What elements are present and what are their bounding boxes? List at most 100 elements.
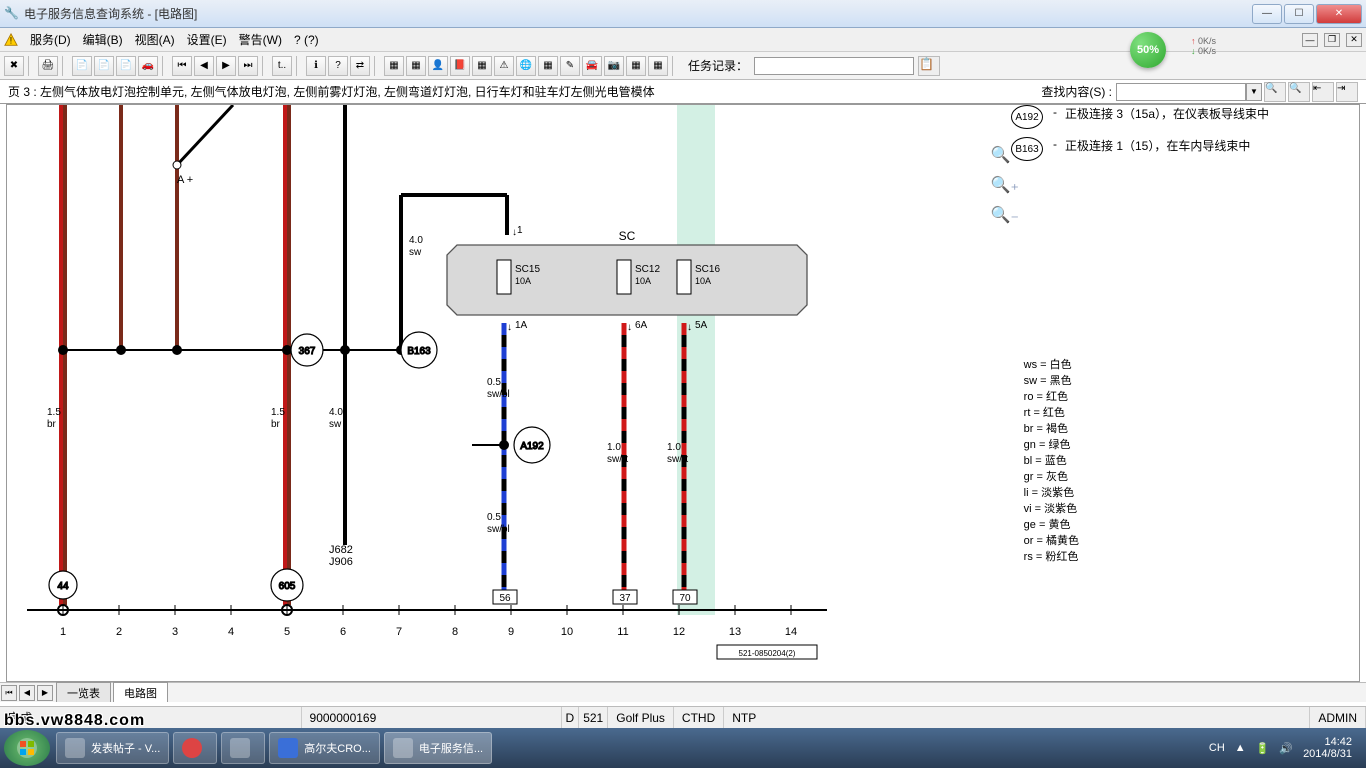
legend-row: ws = 白色 [1024,357,1079,373]
taskbar-item-active[interactable]: 电子服务信... [384,732,492,764]
mdi-restore-button[interactable]: ❐ [1324,33,1340,47]
svg-text:10A: 10A [695,276,711,286]
tool-g3-icon[interactable]: 👤 [428,56,448,76]
tray-battery-icon[interactable]: 🔋 [1256,742,1270,755]
speed-up: 0K/s [1191,36,1216,46]
svg-text:11: 11 [617,626,628,638]
tool-print-icon[interactable]: 🖨 [38,56,58,76]
menu-settings[interactable]: 设置(E) [187,31,227,48]
task-record-input[interactable] [754,57,914,75]
taskbar-item[interactable] [173,732,217,764]
tool-g2-icon[interactable]: ▦ [406,56,426,76]
tray-volume-icon[interactable]: 🔊 [1279,742,1293,755]
svg-text:10A: 10A [635,276,651,286]
tool-g9-icon[interactable]: ✎ [560,56,580,76]
tab-nav-prev[interactable]: ◀ [19,685,35,701]
ie-icon [65,738,85,758]
tool-doc2-icon[interactable]: 📄 [94,56,114,76]
svg-text:4.0sw: 4.0sw [409,235,423,258]
svg-text:SC15: SC15 [515,264,540,275]
canvas-area: A192 - 正极连接 3（15a），在仪表板导线束中 B163 - 正极连接 … [0,104,1366,702]
zoom-controls: 🔍 🔍₊ 🔍₋ [991,145,1019,225]
menu-service[interactable]: 服务(D) [30,31,71,48]
svg-text:12: 12 [673,626,685,638]
tool-g11-icon[interactable]: 📷 [604,56,624,76]
zoom-in-icon[interactable]: 🔍₊ [991,175,1019,195]
taskbar-item[interactable]: 高尔夫CRO... [269,732,380,764]
tool-g4-icon[interactable]: 📕 [450,56,470,76]
nav-prev-icon[interactable]: ◀ [194,56,214,76]
tool-doc1-icon[interactable]: 📄 [72,56,92,76]
close-button[interactable]: ✕ [1316,4,1362,24]
status-model: Golf Plus [608,707,674,728]
legend-row: li = 淡紫色 [1024,485,1079,501]
page-info-bar: 页 3 : 左侧气体放电灯泡控制单元, 左侧气体放电灯泡, 左侧前雾灯灯泡, 左… [0,80,1366,104]
search-dropdown-button[interactable]: ▼ [1246,83,1262,101]
search-btn2[interactable]: 🔍 [1288,82,1310,102]
window-titlebar: 🔧 电子服务信息查询系统 - [电路图] — ☐ ✕ [0,0,1366,28]
tool-g8-icon[interactable]: ▦ [538,56,558,76]
tab-overview[interactable]: 一览表 [56,682,111,702]
task-pick-button[interactable]: 📋 [918,56,940,76]
nav-first-icon[interactable]: ⏮ [172,56,192,76]
legend-row: gn = 绿色 [1024,437,1079,453]
window-buttons: — ☐ ✕ [1250,4,1362,24]
color-legend: ws = 白色 sw = 黑色 ro = 红色 rt = 红色 br = 褐色 … [1024,357,1079,565]
legend-row: gr = 灰色 [1024,469,1079,485]
tool-g13-icon[interactable]: ▦ [648,56,668,76]
zoom-out-icon[interactable]: 🔍₋ [991,205,1019,225]
menu-view[interactable]: 视图(A) [135,31,175,48]
tool-g6-icon[interactable]: ⚠ [494,56,514,76]
tool-help-icon[interactable]: ? [328,56,348,76]
windows-logo-icon [15,736,39,760]
tab-circuit[interactable]: 电路图 [113,682,168,702]
nav-next-icon[interactable]: ▶ [216,56,236,76]
tool-g10-icon[interactable]: 🚘 [582,56,602,76]
start-button[interactable] [4,730,50,766]
svg-text:3: 3 [172,626,178,638]
tool-g7-icon[interactable]: 🌐 [516,56,536,76]
search-btn3[interactable]: ⇤ [1312,82,1334,102]
minimize-button[interactable]: — [1252,4,1282,24]
svg-text:5: 5 [284,626,290,638]
tool-g5-icon[interactable]: ▦ [472,56,492,76]
tool-car-icon[interactable]: 🚗 [138,56,158,76]
mdi-close-button[interactable]: ✕ [1346,33,1362,47]
zoom-fit-icon[interactable]: 🔍 [991,145,1019,165]
menu-help[interactable]: ? (?) [294,33,319,47]
taskbar-clock[interactable]: 14:42 2014/8/31 [1303,736,1352,760]
svg-text:2: 2 [116,626,122,638]
note-item: A192 - 正极连接 3（15a），在仪表板导线束中 [1011,105,1351,129]
svg-text:4: 4 [228,626,234,638]
tool-g1-icon[interactable]: ▦ [384,56,404,76]
tab-nav-next[interactable]: ▶ [37,685,53,701]
menu-warn[interactable]: 警告(W) [239,31,282,48]
tool-doc3-icon[interactable]: 📄 [116,56,136,76]
svg-text:44: 44 [57,581,69,592]
ime-indicator[interactable]: CH [1209,742,1225,754]
search-btn4[interactable]: ⇥ [1336,82,1358,102]
svg-text:521-0850204(2): 521-0850204(2) [739,649,796,658]
tray-flag-icon[interactable]: ▲ [1235,742,1246,754]
tab-nav-first[interactable]: ⏮ [1,685,17,701]
tool-swap-icon[interactable]: ⇄ [350,56,370,76]
task-label: 任务记录： [688,57,748,74]
menu-edit[interactable]: 编辑(B) [83,31,123,48]
search-input[interactable] [1116,83,1246,101]
windows-taskbar: 发表帖子 - V... 高尔夫CRO... 电子服务信... CH ▲ 🔋 🔊 … [0,728,1366,768]
maximize-button[interactable]: ☐ [1284,4,1314,24]
search-btn1[interactable]: 🔍 [1264,82,1286,102]
tool-info-icon[interactable]: ℹ [306,56,326,76]
note-item: B163 - 正极连接 1（15），在车内导线束中 [1011,137,1351,161]
taskbar-item[interactable]: 发表帖子 - V... [56,732,169,764]
svg-text:9: 9 [508,626,514,638]
diagram-canvas[interactable]: A192 - 正极连接 3（15a），在仪表板导线束中 B163 - 正极连接 … [6,104,1360,682]
tool-g12-icon[interactable]: ▦ [626,56,646,76]
anno-A: A + [177,174,193,186]
tool-text-icon[interactable]: t.. [272,56,292,76]
taskbar-item[interactable] [221,732,265,764]
tool-stop-icon[interactable]: ✖ [4,56,24,76]
nav-last-icon[interactable]: ⏭ [238,56,258,76]
status-num: 521 [579,707,608,728]
mdi-min-button[interactable]: — [1302,33,1318,47]
